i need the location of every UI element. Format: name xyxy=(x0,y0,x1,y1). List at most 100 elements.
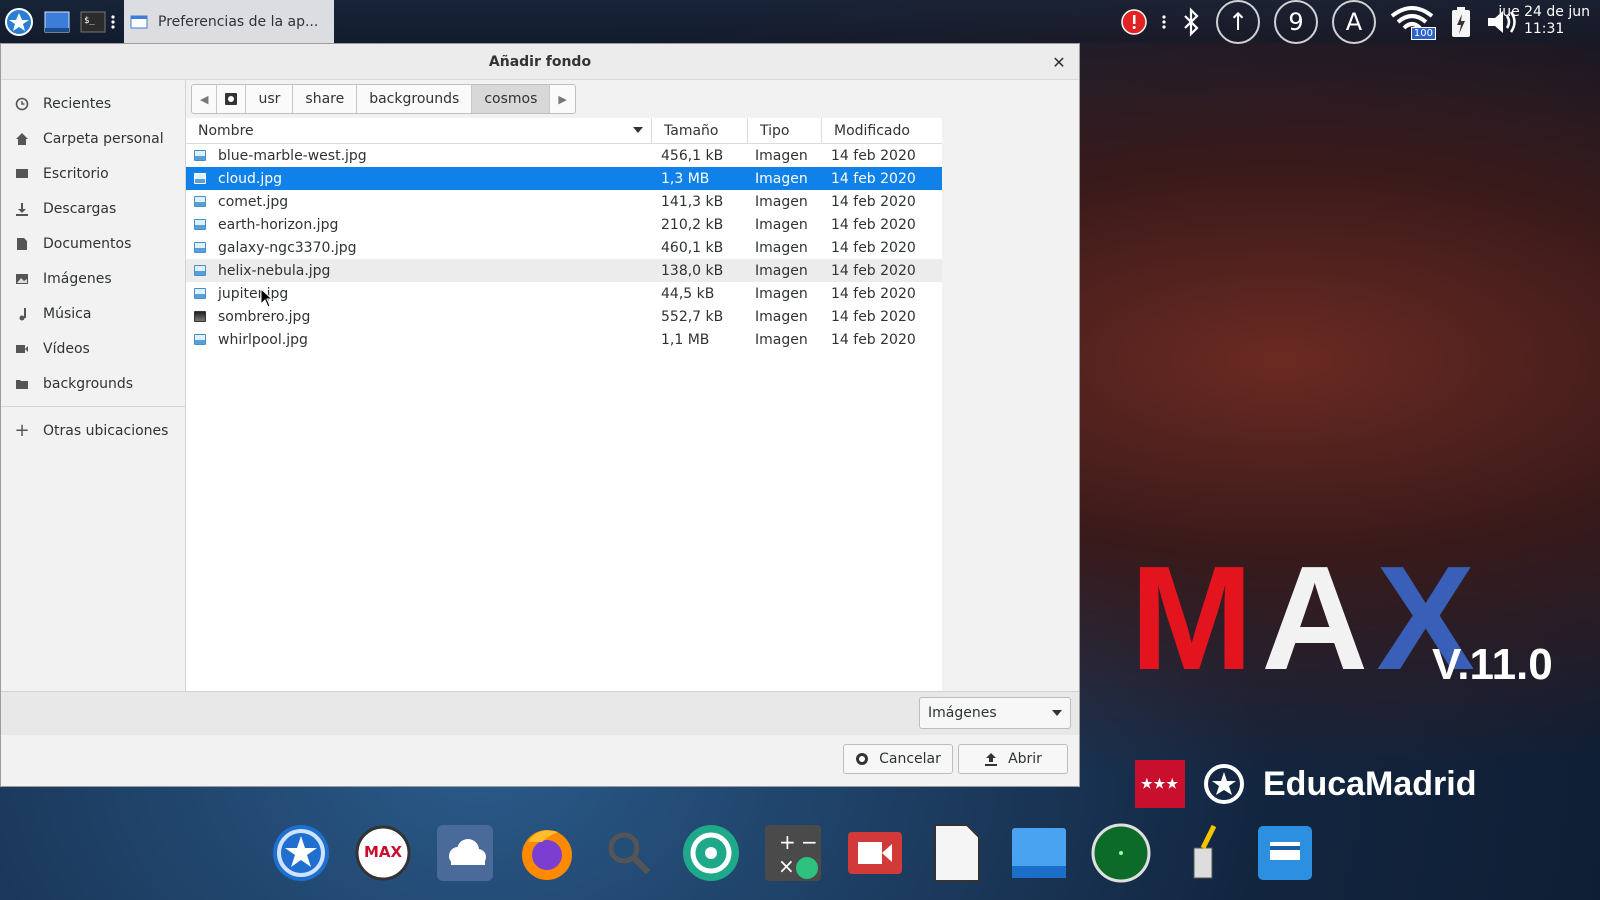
cloud-app-icon[interactable] xyxy=(434,822,496,884)
sidebar-item-home[interactable]: Carpeta personal xyxy=(1,121,185,156)
power-alert-icon[interactable] xyxy=(1120,8,1148,36)
sidebar-item-downloads[interactable]: Descargas xyxy=(1,191,185,226)
column-header-modified[interactable]: Modificado xyxy=(822,118,942,143)
max-launcher-icon[interactable] xyxy=(270,822,332,884)
panel-handle-icon xyxy=(108,7,118,37)
file-row[interactable]: blue-marble-west.jpg 456,1 kB Imagen 14 … xyxy=(186,144,942,167)
clock-date: jue 24 de jun xyxy=(1498,4,1590,20)
bluetooth-icon[interactable] xyxy=(1180,6,1202,37)
sidebar-item-desktop[interactable]: Escritorio xyxy=(1,156,185,191)
video-recorder-icon[interactable] xyxy=(844,822,906,884)
column-header-name[interactable]: Nombre xyxy=(186,118,652,143)
path-forward-button[interactable]: ▶ xyxy=(550,85,574,113)
sidebar-item-other-locations[interactable]: + Otras ubicaciones xyxy=(1,413,185,448)
sidebar-item-videos[interactable]: Vídeos xyxy=(1,331,185,366)
educamadrid-label: EducaMadrid xyxy=(1263,764,1477,803)
dialog-title: Añadir fondo xyxy=(488,53,592,70)
column-header-type[interactable]: Tipo xyxy=(748,118,822,143)
max-logo-m: M xyxy=(1130,536,1262,701)
sidebar-item-label: Música xyxy=(43,305,92,322)
file-row[interactable]: whirlpool.jpg 1,1 MB Imagen 14 feb 2020 xyxy=(186,328,942,351)
file-manager-icon[interactable] xyxy=(1254,822,1316,884)
battery-charging-icon[interactable] xyxy=(1450,6,1472,38)
sidebar-item-documents[interactable]: Documentos xyxy=(1,226,185,261)
camera-aperture-icon[interactable] xyxy=(680,822,742,884)
sidebar-item-backgrounds[interactable]: backgrounds xyxy=(1,366,185,401)
sidebar-item-label: backgrounds xyxy=(43,375,134,392)
open-button[interactable]: Abrir xyxy=(958,744,1068,774)
chevron-left-icon: ◀ xyxy=(200,92,209,106)
file-row-hovered[interactable]: helix-nebula.jpg 138,0 kB Imagen 14 feb … xyxy=(186,259,942,282)
file-row[interactable]: jupiter.jpg 44,5 kB Imagen 14 feb 2020 xyxy=(186,282,942,305)
path-back-button[interactable]: ◀ xyxy=(192,85,218,113)
sort-desc-icon xyxy=(633,127,643,133)
close-button[interactable]: ✕ xyxy=(1049,52,1069,72)
search-icon[interactable] xyxy=(598,822,660,884)
document-icon xyxy=(15,237,29,251)
path-crumb-backgrounds[interactable]: backgrounds xyxy=(357,85,473,113)
cancel-button-label: Cancelar xyxy=(879,751,941,767)
max-inside-icon[interactable]: MAX xyxy=(352,822,414,884)
window-manager-icon[interactable] xyxy=(1008,822,1070,884)
calculator-icon[interactable]: + − × xyxy=(762,822,824,884)
dialog-titlebar[interactable]: Añadir fondo ✕ xyxy=(1,44,1079,80)
desktop-icon xyxy=(15,167,29,181)
file-size: 210,2 kB xyxy=(661,216,724,233)
file-type: Imagen xyxy=(755,170,808,187)
image-file-icon xyxy=(194,219,206,230)
download-icon xyxy=(15,202,29,216)
broom-cleaner-icon[interactable] xyxy=(1172,822,1234,884)
clock[interactable]: jue 24 de jun 11:31 xyxy=(1498,4,1590,38)
keyboard-layout-icon[interactable]: A xyxy=(1332,0,1376,44)
music-icon xyxy=(15,307,29,321)
file-size: 138,0 kB xyxy=(661,262,724,279)
file-size: 460,1 kB xyxy=(661,239,724,256)
path-root-button[interactable] xyxy=(217,85,247,113)
wifi-icon[interactable]: 100 xyxy=(1390,4,1436,40)
filter-selected-value: Imágenes xyxy=(928,705,997,721)
image-file-icon xyxy=(194,150,206,161)
wifi-strength-badge: 100 xyxy=(1410,26,1436,40)
text-editor-icon[interactable] xyxy=(926,822,988,884)
folder-icon xyxy=(15,377,29,391)
cancel-icon xyxy=(856,753,869,765)
file-row-selected[interactable]: cloud.jpg 1,3 MB Imagen 14 feb 2020 xyxy=(186,167,942,190)
sidebar-item-recientes[interactable]: Recientes xyxy=(1,86,185,121)
taskbar-window-title: Preferencias de la ap... xyxy=(158,13,319,30)
file-size: 1,1 MB xyxy=(661,331,710,348)
file-row[interactable]: galaxy-ngc3370.jpg 460,1 kB Imagen 14 fe… xyxy=(186,236,942,259)
home-icon xyxy=(15,132,29,146)
window-icon xyxy=(130,15,148,28)
file-name: jupiter.jpg xyxy=(218,285,289,302)
terminal-icon[interactable]: $_ xyxy=(78,7,108,37)
file-row[interactable]: earth-horizon.jpg 210,2 kB Imagen 14 feb… xyxy=(186,213,942,236)
path-crumb-usr[interactable]: usr xyxy=(246,85,294,113)
column-header-size[interactable]: Tamaño xyxy=(652,118,748,143)
cancel-button[interactable]: Cancelar xyxy=(843,744,953,774)
file-modified: 14 feb 2020 xyxy=(831,285,916,302)
file-list: Nombre Tamaño Tipo Modificado blue-marbl… xyxy=(186,118,942,691)
workspace-indicator-icon[interactable]: 9 xyxy=(1274,0,1318,44)
image-file-icon xyxy=(194,242,206,253)
file-type-filter-dropdown[interactable]: Imágenes xyxy=(919,697,1071,729)
file-name: sombrero.jpg xyxy=(218,308,311,325)
green-sphere-icon[interactable] xyxy=(1090,822,1152,884)
file-row[interactable]: sombrero.jpg 552,7 kB Imagen 14 feb 2020 xyxy=(186,305,942,328)
max-menu-icon[interactable] xyxy=(4,7,34,37)
file-name: whirlpool.jpg xyxy=(218,331,308,348)
taskbar-window-button[interactable]: Preferencias de la ap... xyxy=(124,0,334,43)
path-crumb-cosmos[interactable]: cosmos xyxy=(472,85,551,113)
firefox-icon[interactable] xyxy=(516,822,578,884)
system-tray: ↑ 9 A 100 xyxy=(1120,0,1520,44)
update-indicator-icon[interactable]: ↑ xyxy=(1216,0,1260,44)
file-modified: 14 feb 2020 xyxy=(831,193,916,210)
sidebar-item-music[interactable]: Música xyxy=(1,296,185,331)
file-size: 552,7 kB xyxy=(661,308,724,325)
show-desktop-icon[interactable] xyxy=(42,7,72,37)
tray-menu-icon[interactable] xyxy=(1162,14,1166,30)
file-row[interactable]: comet.jpg 141,3 kB Imagen 14 feb 2020 xyxy=(186,190,942,213)
sidebar-item-images[interactable]: Imágenes xyxy=(1,261,185,296)
path-crumb-share[interactable]: share xyxy=(293,85,358,113)
mouse-pointer-icon xyxy=(260,288,274,308)
file-name: galaxy-ngc3370.jpg xyxy=(218,239,357,256)
